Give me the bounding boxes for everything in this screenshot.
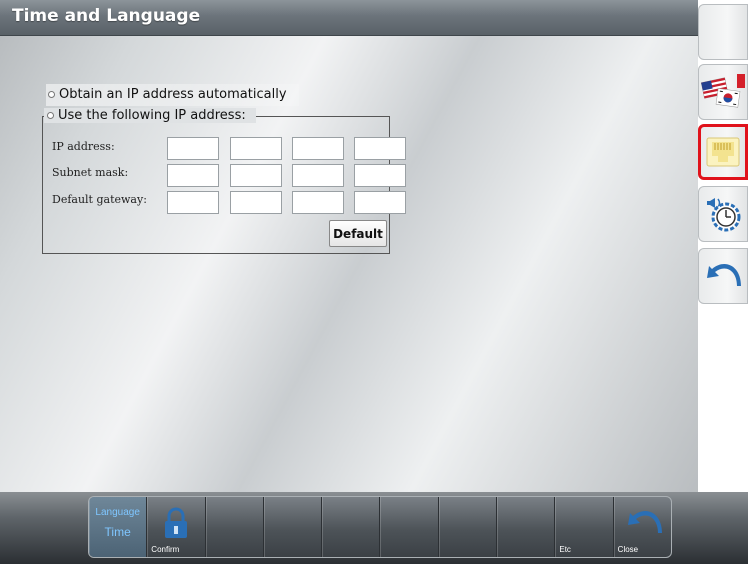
toolbar-empty-button-4[interactable] [380, 497, 439, 557]
sidebar-language-button[interactable] [698, 64, 748, 120]
subnet-mask-octet-2[interactable] [230, 164, 282, 187]
close-arrow-icon [627, 511, 662, 533]
sidebar-time-button[interactable] [698, 186, 748, 242]
toolbar-empty-button-6[interactable] [497, 497, 556, 557]
sidebar-back-button[interactable] [698, 248, 748, 304]
default-gateway-octet-4[interactable] [354, 191, 406, 214]
radio-circle[interactable] [48, 91, 55, 98]
obtain-ip-automatically-radio[interactable]: Obtain an IP address automatically [46, 84, 299, 106]
default-button[interactable]: Default [329, 220, 387, 247]
toolbar-empty-button-1[interactable] [206, 497, 264, 557]
language-time-button[interactable]: Language Time [89, 497, 148, 557]
time-settings-icon [707, 198, 741, 232]
toolbar-strip: Language Time Confirm Etc Close [88, 496, 672, 558]
subnet-mask-label: Subnet mask: [52, 166, 129, 179]
default-gateway-octet-3[interactable] [292, 191, 344, 214]
use-following-ip-label: Use the following IP address: [58, 108, 246, 123]
ip-address-octet-3[interactable] [292, 137, 344, 160]
ip-address-octet-4[interactable] [354, 137, 406, 160]
back-arrow-icon [707, 264, 741, 286]
etc-label: Etc [559, 545, 571, 554]
toolbar-empty-button-3[interactable] [322, 497, 381, 557]
etc-button[interactable]: Etc [555, 497, 614, 557]
ip-address-octet-1[interactable] [167, 137, 219, 160]
obtain-ip-automatically-label: Obtain an IP address automatically [59, 87, 287, 102]
default-gateway-label: Default gateway: [52, 193, 147, 206]
title-bar: Time and Language [0, 0, 698, 36]
ip-address-label: IP address: [52, 140, 115, 153]
sidebar-blank-button[interactable] [698, 4, 748, 60]
default-gateway-octet-1[interactable] [167, 191, 219, 214]
close-label: Close [617, 545, 639, 554]
toolbar-empty-button-5[interactable] [439, 497, 498, 557]
language-flags-icon [701, 74, 745, 108]
network-port-icon [706, 137, 740, 167]
subnet-mask-octet-1[interactable] [167, 164, 219, 187]
ip-address-octet-2[interactable] [230, 137, 282, 160]
radio-circle[interactable] [47, 112, 54, 119]
close-button[interactable]: Close [614, 497, 671, 557]
window-title: Time and Language [12, 6, 201, 26]
main-window: Time and Language Obtain an IP address a… [0, 0, 698, 492]
default-gateway-octet-2[interactable] [230, 191, 282, 214]
language-label: Language [95, 507, 140, 518]
sidebar-network-button[interactable] [698, 124, 748, 180]
time-label: Time [104, 525, 131, 539]
subnet-mask-octet-3[interactable] [292, 164, 344, 187]
subnet-mask-octet-4[interactable] [354, 164, 406, 187]
confirm-button[interactable]: Confirm [147, 497, 206, 557]
lock-icon [165, 507, 188, 538]
confirm-label: Confirm [151, 545, 180, 554]
toolbar-empty-button-2[interactable] [264, 497, 323, 557]
use-following-ip-radio[interactable]: Use the following IP address: [44, 108, 256, 123]
